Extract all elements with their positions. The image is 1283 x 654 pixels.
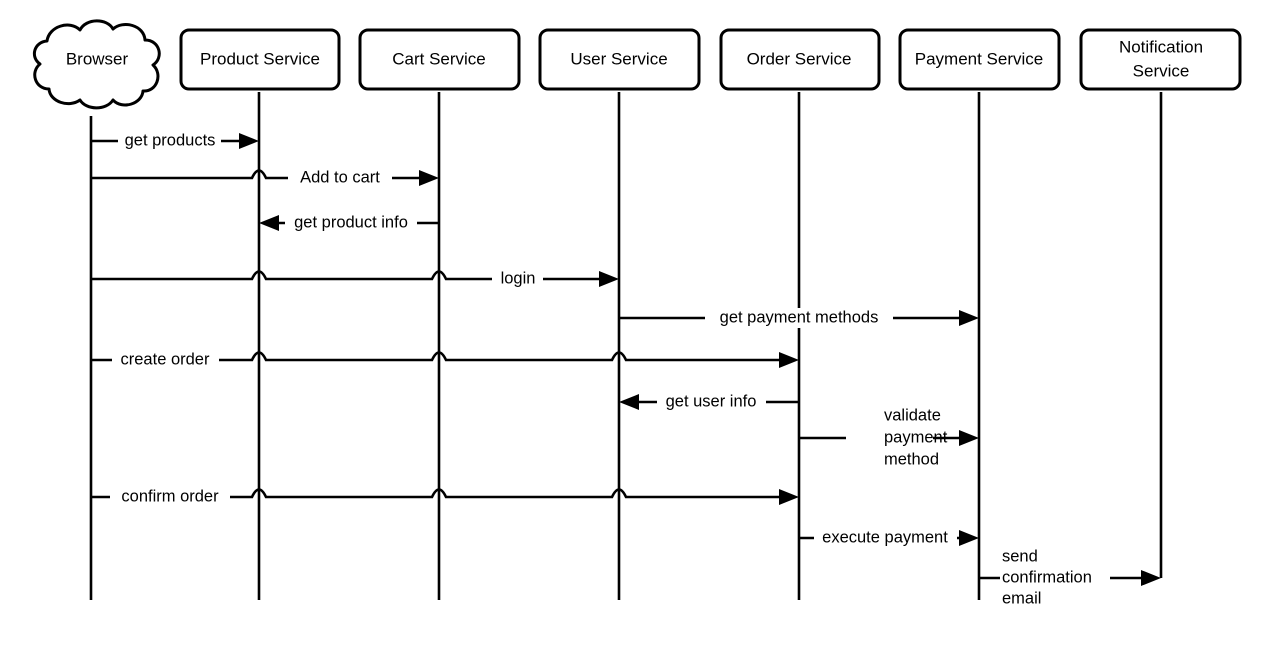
message-send-confirmation-email-label-line1: send [1002,547,1038,565]
message-add-to-cart[interactable]: Add to cart [91,168,439,188]
participant-browser-label: Browser [66,49,129,68]
message-send-confirmation-email-label-line2: confirmation [1002,568,1092,586]
participant-cart-service[interactable]: Cart Service [358,28,521,91]
arrowhead-left [259,215,279,231]
participant-notification-service-label-line2: Service [1133,61,1190,80]
message-send-confirmation-email[interactable]: send confirmation email [979,547,1161,607]
message-create-order[interactable]: create order [91,350,799,370]
message-get-payment-methods-label: get payment methods [720,308,879,326]
arrowhead-right [959,310,979,326]
message-add-to-cart-label: Add to cart [300,168,380,186]
sequence-diagram-canvas: Browser Product Service Cart Service Use… [0,0,1283,654]
participant-order-service-label: Order Service [747,49,852,68]
participant-payment-service-label: Payment Service [915,49,1044,68]
message-validate-payment-method-label-line3: method [884,450,939,468]
message-get-products-label: get products [125,131,216,149]
message-login[interactable]: login [91,269,619,289]
participant-product-service-label: Product Service [200,49,320,68]
participant-cart-service-label: Cart Service [392,49,486,68]
message-get-user-info-label: get user info [666,392,757,410]
message-get-product-info[interactable]: get product info [259,213,439,233]
participant-order-service[interactable]: Order Service [719,28,881,91]
message-send-confirmation-email-label-line3: email [1002,589,1041,607]
message-get-products[interactable]: get products [91,131,259,151]
participant-product-service[interactable]: Product Service [179,28,341,91]
arrowhead-right [959,430,979,446]
message-create-order-label: create order [121,350,210,368]
message-execute-payment[interactable]: execute payment [799,528,979,548]
message-get-payment-methods[interactable]: get payment methods [619,308,979,328]
lifelines-group [89,92,1163,600]
arrowhead-left [619,394,639,410]
message-validate-payment-method-label-line2: payment [884,428,948,446]
message-confirm-order[interactable]: confirm order [91,487,799,507]
sequence-diagram-svg: Browser Product Service Cart Service Use… [32,19,1242,607]
message-validate-payment-method[interactable]: validate payment method [799,406,979,468]
arrowhead-right [239,133,259,149]
message-execute-payment-label: execute payment [822,528,948,546]
participant-user-service[interactable]: User Service [538,28,701,91]
message-get-user-info[interactable]: get user info [619,392,799,412]
message-get-product-info-label: get product info [294,213,408,231]
arrowhead-right [959,530,979,546]
participant-payment-service[interactable]: Payment Service [898,28,1061,91]
arrowhead-right [779,352,799,368]
arrowhead-right [779,489,799,505]
participant-notification-service-label-line1: Notification [1119,37,1203,56]
participant-browser[interactable]: Browser [32,19,161,110]
participant-notification-service[interactable]: Notification Service [1079,28,1242,91]
participant-user-service-label: User Service [570,49,667,68]
message-validate-payment-method-label-line1: validate [884,406,941,424]
arrowhead-right [419,170,439,186]
message-confirm-order-label: confirm order [121,487,219,505]
message-login-label: login [501,269,536,287]
arrowhead-right [599,271,619,287]
arrowhead-right [1141,570,1161,586]
